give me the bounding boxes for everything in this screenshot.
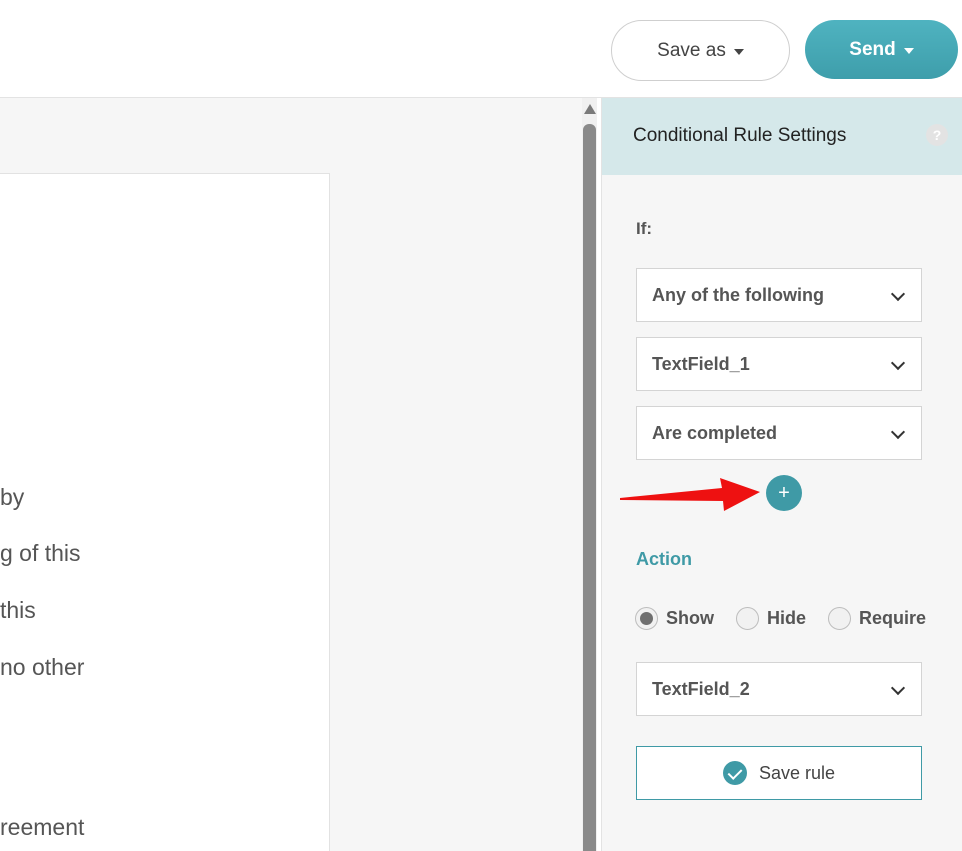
- condition-field-select[interactable]: TextField_1: [636, 337, 922, 391]
- document-scrollbar[interactable]: [582, 98, 597, 851]
- chevron-down-icon: [890, 680, 906, 696]
- chevron-down-icon: [903, 47, 914, 54]
- condition-state-value: Are completed: [652, 422, 778, 443]
- document-text-line: no other: [0, 654, 85, 680]
- document-text-line: by: [0, 484, 25, 510]
- scroll-up-arrow-icon[interactable]: [584, 104, 596, 114]
- radio-hide[interactable]: Hide: [736, 607, 806, 630]
- add-condition-button[interactable]: +: [766, 475, 802, 511]
- document-text-line: g of this: [0, 540, 81, 566]
- radio-selected-dot: [640, 612, 653, 625]
- plus-icon: +: [778, 481, 790, 504]
- app-root: Save as Send by g of this this no other …: [0, 0, 962, 851]
- red-arrow-annotation: [620, 478, 760, 511]
- save-as-label: Save as: [657, 39, 726, 61]
- action-radio-group: Show Hide Require: [635, 607, 948, 630]
- radio-label: Show: [666, 608, 714, 628]
- document-text-line: reement: [0, 814, 85, 840]
- target-field-select[interactable]: TextField_2: [636, 662, 922, 716]
- send-button[interactable]: Send: [805, 20, 958, 79]
- radio-require[interactable]: Require: [828, 607, 926, 630]
- condition-field-value: TextField_1: [652, 353, 750, 374]
- condition-mode-value: Any of the following: [652, 284, 824, 305]
- radio-button[interactable]: [828, 607, 852, 630]
- document-canvas: by g of this this no other reement: [0, 98, 582, 851]
- document-text-line: this: [0, 597, 36, 623]
- action-label: Action: [636, 549, 692, 569]
- panel-title: Conditional Rule Settings: [633, 125, 847, 146]
- scrollbar-thumb[interactable]: [583, 124, 596, 851]
- if-label: If:: [636, 219, 653, 238]
- send-label: Send: [849, 38, 896, 60]
- save-rule-label: Save rule: [758, 762, 836, 783]
- save-rule-button[interactable]: Save rule: [636, 746, 922, 800]
- check-circle-icon: [722, 761, 747, 785]
- chevron-down-icon: [733, 48, 744, 55]
- chevron-down-icon: [890, 355, 906, 371]
- help-icon[interactable]: ?: [926, 124, 948, 146]
- chevron-down-icon: [890, 424, 906, 440]
- target-field-value: TextField_2: [652, 678, 750, 699]
- radio-label: Hide: [767, 608, 807, 628]
- save-as-button[interactable]: Save as: [611, 20, 790, 81]
- condition-mode-select[interactable]: Any of the following: [636, 268, 922, 322]
- top-toolbar: Save as Send: [0, 0, 962, 98]
- radio-button[interactable]: [736, 607, 759, 630]
- panel-header: Conditional Rule Settings ?: [602, 98, 962, 175]
- chevron-down-icon: [890, 286, 906, 302]
- document-page: [0, 173, 330, 851]
- condition-state-select[interactable]: Are completed: [636, 406, 922, 460]
- radio-button[interactable]: [635, 607, 658, 630]
- radio-label: Require: [859, 608, 927, 628]
- radio-show[interactable]: Show: [635, 607, 714, 630]
